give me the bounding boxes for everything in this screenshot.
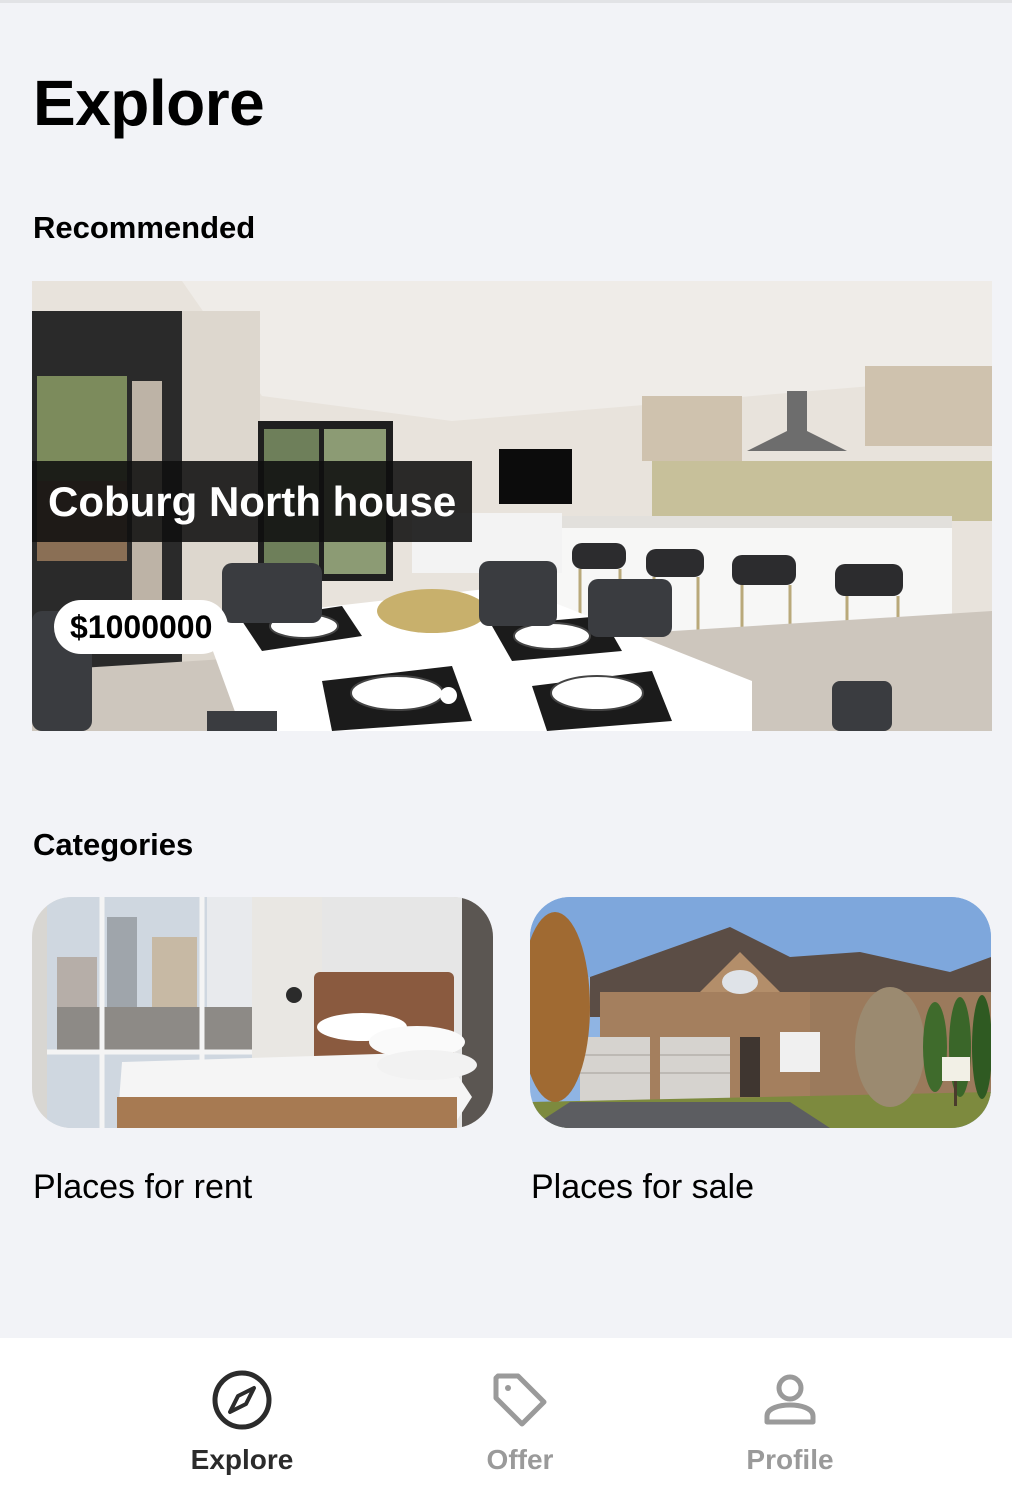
nav-explore[interactable]: Explore [142, 1338, 342, 1508]
bedroom-photo [32, 897, 493, 1128]
page-title: Explore [33, 67, 265, 139]
nav-profile[interactable]: Profile [690, 1338, 890, 1508]
price-badge: $1000000 [54, 600, 229, 654]
house-exterior-photo [530, 897, 991, 1128]
categories-heading: Categories [33, 827, 194, 862]
nav-label: Profile [746, 1444, 834, 1475]
recommended-heading: Recommended [33, 210, 256, 245]
listing-title: Coburg North house [32, 461, 473, 542]
carousel-dot[interactable] [440, 687, 457, 704]
nav-label: Explore [190, 1444, 294, 1475]
carousel-dot[interactable] [504, 687, 521, 704]
nav-label: Offer [486, 1444, 554, 1475]
nav-offer[interactable]: Offer [420, 1338, 620, 1508]
compass-icon [212, 1370, 272, 1430]
carousel-dot[interactable] [472, 687, 489, 704]
tag-icon [493, 1373, 547, 1427]
top-border [0, 0, 1012, 3]
bottom-navigation: Explore Offer Profile [0, 1338, 1012, 1508]
featured-listing-card[interactable]: Coburg North house $1000000 [32, 281, 992, 731]
carousel-indicator [440, 687, 521, 704]
category-places-for-sale[interactable]: Places for sale [530, 897, 991, 1206]
category-label: Places for rent [33, 1168, 253, 1206]
category-label: Places for sale [531, 1168, 754, 1206]
category-places-for-rent[interactable]: Places for rent [32, 897, 493, 1206]
person-icon [764, 1374, 816, 1425]
